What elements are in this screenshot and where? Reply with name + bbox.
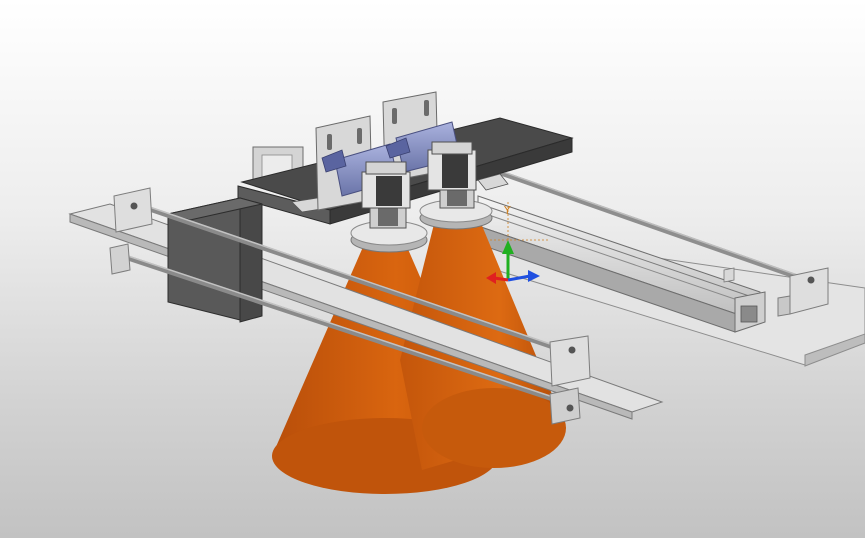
triad-y-label: Y	[503, 204, 511, 217]
assembly-model[interactable]: Y	[0, 0, 865, 538]
cad-3d-viewport[interactable]: Y	[0, 0, 865, 538]
rotary-stage-left[interactable]	[361, 161, 411, 229]
left-gear-housing[interactable]	[167, 197, 263, 323]
rotary-stage-right[interactable]	[427, 141, 477, 209]
